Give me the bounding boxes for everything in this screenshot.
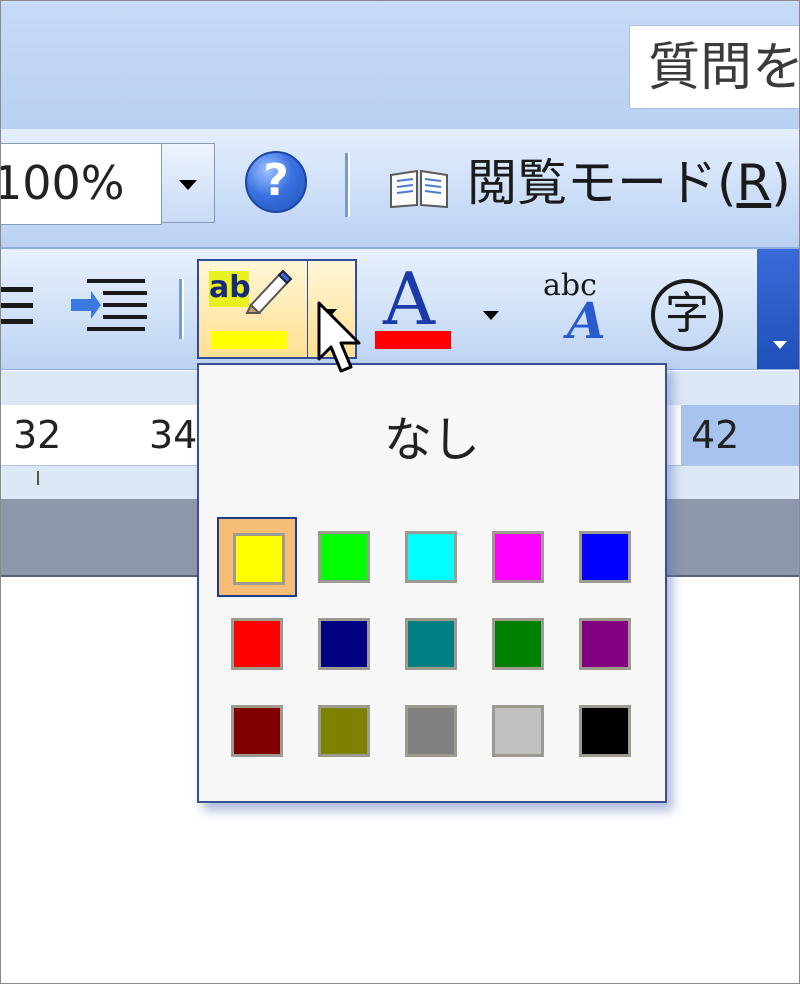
ruler-label: 32	[13, 413, 62, 457]
color-swatch-fill	[318, 531, 370, 583]
font-color-button[interactable]: A	[375, 259, 453, 351]
highlight-color-bar	[211, 331, 287, 349]
zoom-combo-input[interactable]: 100%	[1, 143, 162, 225]
color-swatch-dark-red[interactable]	[217, 691, 297, 771]
color-swatch-blue[interactable]	[565, 517, 645, 597]
help-search-input[interactable]: 質問を入力してください	[629, 25, 799, 109]
color-swatch-fill	[405, 531, 457, 583]
color-swatch-fill	[579, 618, 631, 670]
align-justify-icon[interactable]	[1, 273, 41, 343]
color-swatch-yellow[interactable]	[217, 517, 297, 597]
color-swatch-fill	[492, 531, 544, 583]
color-swatch-green[interactable]	[478, 604, 558, 684]
color-swatch-fill	[492, 618, 544, 670]
read-mode-label-close: )	[771, 154, 791, 212]
ruler-label: 34	[149, 413, 198, 457]
toolbar-overflow-button[interactable]	[757, 249, 799, 369]
color-swatch-dark-blue[interactable]	[304, 604, 384, 684]
color-swatch-fill	[492, 705, 544, 757]
increase-indent-icon[interactable]	[67, 273, 157, 345]
help-icon[interactable]: ?	[245, 151, 307, 213]
enclose-characters-button[interactable]: 字	[651, 279, 723, 351]
ruler-tick	[37, 471, 39, 485]
color-swatch-bright-green[interactable]	[304, 517, 384, 597]
chevron-down-icon	[179, 180, 197, 190]
color-swatch-fill	[318, 618, 370, 670]
color-swatch-gray-50[interactable]	[391, 691, 471, 771]
mouse-pointer-icon	[317, 301, 361, 373]
color-swatch-turquoise[interactable]	[391, 517, 471, 597]
color-swatch-fill	[579, 705, 631, 757]
color-swatch-fill	[231, 705, 283, 757]
pen-icon	[245, 269, 293, 315]
read-mode-label: 閲覧モード(	[467, 154, 737, 212]
phonetic-guide-button[interactable]: abc A	[541, 271, 621, 351]
highlight-color-palette: なし	[197, 363, 667, 803]
toolbar-separator	[179, 279, 184, 339]
color-swatch-pink[interactable]	[478, 517, 558, 597]
chevron-down-icon	[773, 341, 787, 349]
color-swatch-fill	[318, 705, 370, 757]
standard-toolbar: 100% ? 閲覧モード(R)	[1, 129, 799, 249]
color-swatch-violet[interactable]	[565, 604, 645, 684]
color-swatch-teal[interactable]	[391, 604, 471, 684]
color-swatch-fill	[233, 533, 285, 585]
read-mode-button[interactable]: 閲覧モード(R)	[467, 151, 791, 215]
formatting-toolbar: ab A abc A 字	[1, 249, 799, 370]
font-color-bar	[375, 331, 451, 349]
color-swatch-fill	[405, 705, 457, 757]
title-bar: 質問を入力してください	[1, 1, 799, 130]
no-color-option[interactable]: なし	[199, 405, 665, 475]
split-divider	[307, 261, 308, 357]
toolbar-separator	[345, 153, 350, 217]
word-window: 質問を入力してください 100% ? 閲覧モード(R)	[0, 0, 800, 984]
color-swatch-dark-yellow[interactable]	[304, 691, 384, 771]
chevron-down-icon[interactable]	[483, 311, 499, 320]
ruler-label: 42	[691, 413, 740, 457]
color-swatch-black[interactable]	[565, 691, 645, 771]
color-swatch-fill	[231, 618, 283, 670]
book-icon	[390, 169, 448, 209]
color-swatch-red[interactable]	[217, 604, 297, 684]
color-swatch-fill	[405, 618, 457, 670]
color-swatch-gray-25[interactable]	[478, 691, 558, 771]
zoom-dropdown-button[interactable]	[161, 143, 215, 223]
phonetic-guide-icon-letter: A	[567, 291, 606, 350]
font-color-icon: A	[383, 257, 435, 341]
color-swatch-fill	[579, 531, 631, 583]
read-mode-access-key: R	[736, 154, 772, 212]
